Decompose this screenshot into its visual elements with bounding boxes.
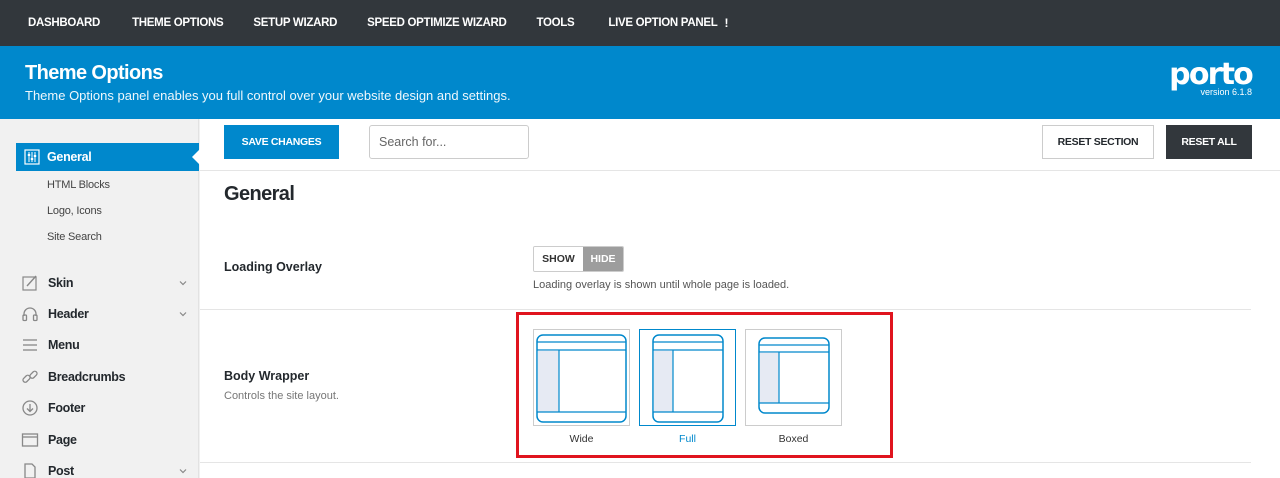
save-changes-button[interactable]: SAVE CHANGES [224, 125, 339, 159]
options-sidebar: General HTML Blocks Logo, Icons Site Sea… [0, 119, 200, 478]
nav-dashboard[interactable]: DASHBOARD [28, 0, 100, 46]
sidebar-item-label: Skin [48, 276, 74, 290]
sidebar-item-label: Footer [48, 401, 86, 415]
chevron-down-icon [179, 469, 187, 474]
sidebar-item-label: Breadcrumbs [48, 370, 126, 384]
body-wrapper-label: Body Wrapper [224, 369, 310, 383]
warning-icon: ! [724, 16, 729, 30]
sidebar-item-label: Header [48, 307, 89, 321]
brand-name: porto [1169, 57, 1254, 92]
layout-wide-icon [536, 334, 627, 423]
body-wrapper-sublabel: Controls the site layout. [224, 390, 339, 402]
reset-all-button[interactable]: RESET ALL [1166, 125, 1252, 159]
field-divider [200, 309, 1251, 310]
menu-icon [20, 335, 40, 355]
layout-label-boxed: Boxed [778, 433, 809, 445]
nav-tools[interactable]: TOOLS [536, 0, 574, 46]
nav-live-option-panel[interactable]: LIVE OPTION PANEL ! [608, 0, 728, 46]
layout-option-boxed[interactable] [745, 329, 842, 426]
layout-option-wide[interactable] [533, 329, 630, 426]
sidebar-item-label: Post [48, 464, 74, 478]
body-wrapper-highlight-box: Wide Full Boxed [516, 312, 893, 458]
sidebar-item-header[interactable]: Header [20, 303, 190, 325]
sidebar-item-breadcrumbs[interactable]: Breadcrumbs [20, 366, 190, 388]
porto-logo: porto version 6.1.8 [1169, 57, 1254, 98]
loading-overlay-toggle: SHOW HIDE [533, 246, 624, 272]
admin-top-nav: DASHBOARD THEME OPTIONS SETUP WIZARD SPE… [0, 0, 1280, 46]
loading-overlay-description: Loading overlay is shown until whole pag… [533, 279, 790, 291]
nav-speed-optimize-wizard[interactable]: SPEED OPTIMIZE WIZARD [367, 0, 507, 46]
options-main-panel: SAVE CHANGES RESET SECTION RESET ALL Gen… [200, 119, 1280, 478]
sidebar-item-label: Page [48, 433, 77, 447]
options-toolbar: SAVE CHANGES RESET SECTION RESET ALL [200, 119, 1280, 171]
theme-options-header: Theme Options Theme Options panel enable… [0, 46, 1280, 119]
loading-overlay-label: Loading Overlay [224, 260, 322, 274]
sidebar-item-label: Menu [48, 338, 80, 352]
page-subtitle: Theme Options panel enables you full con… [25, 88, 511, 103]
layout-label-full: Full [679, 433, 696, 445]
show-option[interactable]: SHOW [534, 247, 583, 271]
chevron-down-icon [179, 281, 187, 286]
field-divider [200, 462, 1251, 463]
sidebar-item-menu[interactable]: Menu [20, 334, 190, 356]
skin-icon [20, 273, 40, 293]
sidebar-subitem-logo-icons[interactable]: Logo, Icons [47, 205, 102, 217]
nav-setup-wizard[interactable]: SETUP WIZARD [253, 0, 337, 46]
hide-option[interactable]: HIDE [583, 247, 623, 271]
search-input[interactable] [369, 125, 529, 159]
sidebar-item-skin[interactable]: Skin [20, 272, 190, 294]
document-icon [20, 461, 40, 478]
sidebar-subitem-site-search[interactable]: Site Search [47, 231, 102, 243]
nav-theme-options[interactable]: THEME OPTIONS [132, 0, 224, 46]
reset-section-button[interactable]: RESET SECTION [1042, 125, 1154, 159]
layout-label-wide: Wide [569, 433, 594, 445]
sidebar-item-footer[interactable]: Footer [20, 397, 190, 419]
sidebar-item-post[interactable]: Post [20, 460, 190, 478]
nav-live-option-panel-label: LIVE OPTION PANEL [608, 17, 718, 29]
sliders-icon [23, 148, 41, 166]
section-title: General [224, 183, 295, 205]
arrow-down-circle-icon [20, 398, 40, 418]
layout-full-icon [652, 334, 724, 423]
layout-boxed-icon [758, 337, 830, 414]
sidebar-subitem-html-blocks[interactable]: HTML Blocks [47, 179, 110, 191]
layout-option-full[interactable] [639, 329, 736, 426]
link-icon [20, 367, 40, 387]
chevron-down-icon [179, 312, 187, 317]
headphones-icon [20, 304, 40, 324]
sidebar-item-label: General [47, 150, 92, 164]
sidebar-item-page[interactable]: Page [20, 429, 190, 451]
page-title: Theme Options [25, 62, 163, 84]
window-icon [20, 430, 40, 450]
sidebar-item-general[interactable]: General [16, 143, 200, 171]
